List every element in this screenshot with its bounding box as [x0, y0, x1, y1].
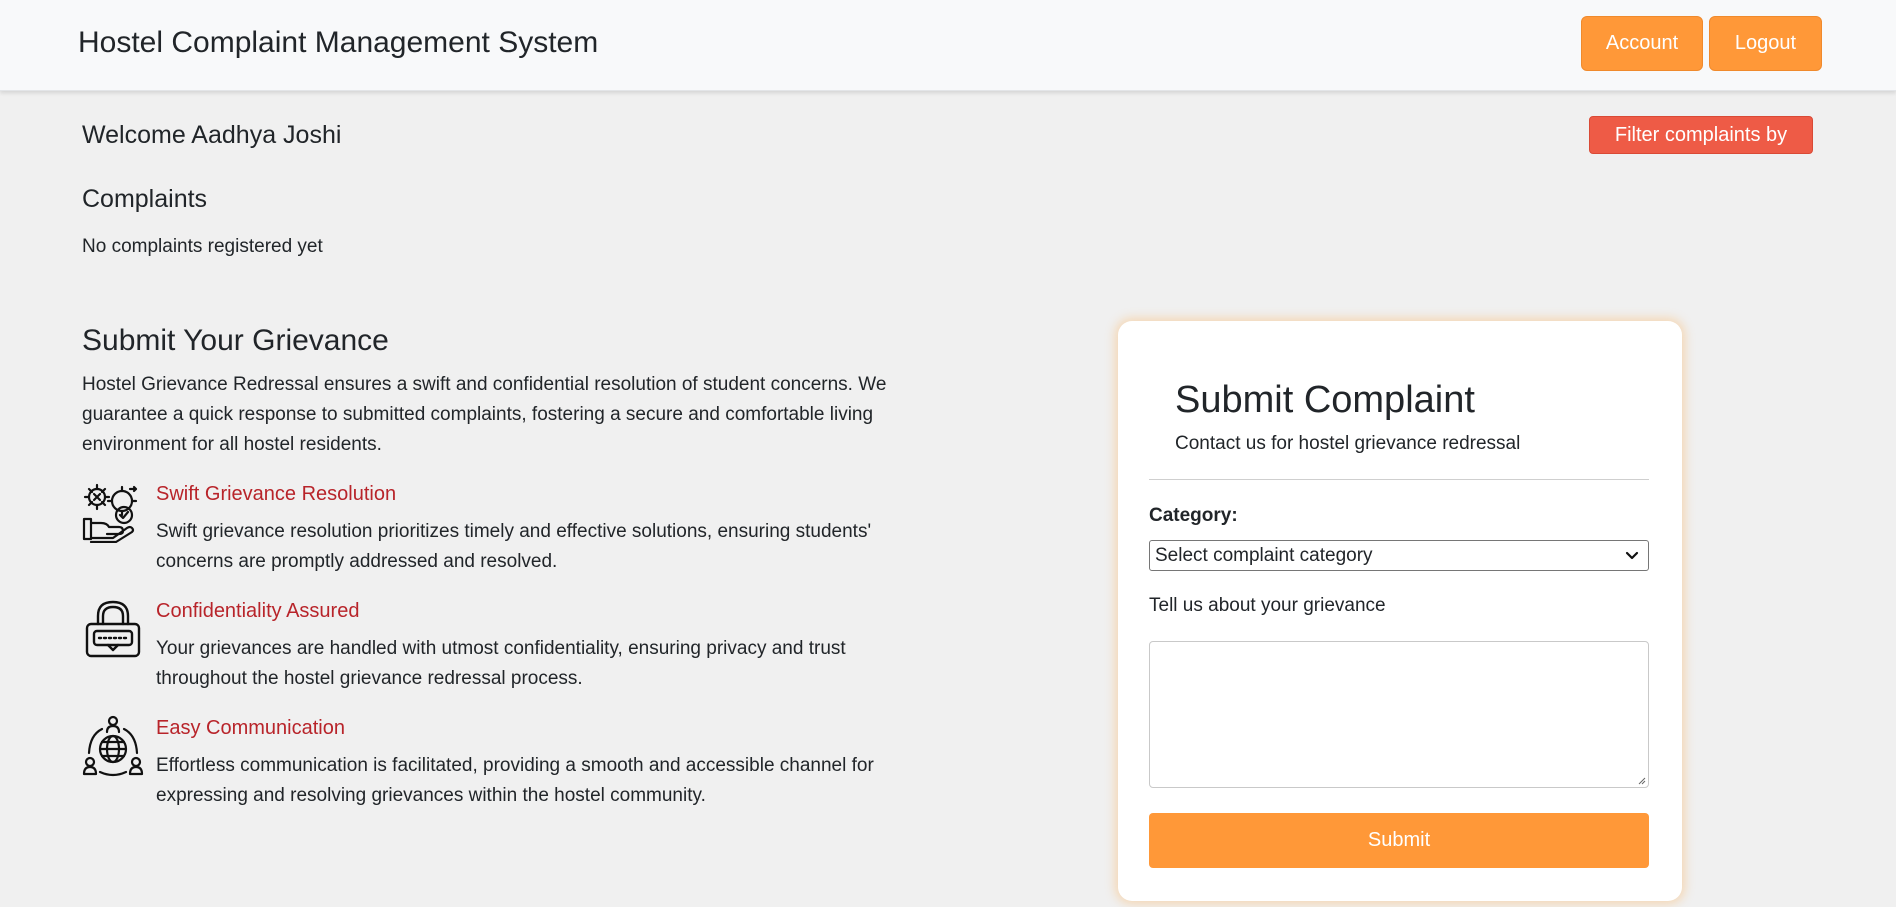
empty-complaints-text: No complaints registered yet — [82, 236, 323, 257]
grievance-description: Hostel Grievance Redressal ensures a swi… — [82, 374, 887, 455]
grievance-textarea-label: Tell us about your grievance — [1149, 595, 1386, 616]
resize-grip-icon[interactable] — [1636, 775, 1646, 785]
complaints-heading: Complaints — [82, 185, 208, 213]
feature-title: Confidentiality Assured — [156, 600, 360, 622]
feature-title: Easy Communication — [156, 717, 345, 739]
logout-button[interactable]: Logout — [1709, 16, 1822, 71]
filter-complaints-button[interactable]: Filter complaints by — [1589, 116, 1813, 154]
grievance-textarea[interactable] — [1149, 641, 1649, 788]
submit-button[interactable]: Submit — [1149, 813, 1649, 868]
category-select[interactable]: Select complaint category — [1149, 540, 1649, 571]
feature-text: Effortless communication is facilitated,… — [156, 755, 874, 806]
welcome-message: Welcome Aadhya Joshi — [82, 121, 342, 149]
app-title: Hostel Complaint Management System — [78, 26, 599, 59]
category-select-value: Select complaint category — [1155, 545, 1373, 566]
navbar: Hostel Complaint Management System Accou… — [0, 0, 1896, 91]
divider — [1149, 479, 1649, 480]
feature-title: Swift Grievance Resolution — [156, 483, 397, 505]
gear-hand-check-icon — [82, 483, 138, 543]
padlock-icon — [85, 600, 141, 658]
feature-text: Your grievances are handled with utmost … — [156, 638, 846, 689]
card-title: Submit Complaint — [1175, 379, 1475, 421]
card-subtitle: Contact us for hostel grievance redressa… — [1175, 433, 1521, 454]
account-button[interactable]: Account — [1581, 16, 1703, 71]
globe-people-icon — [82, 715, 144, 777]
feature-text: Swift grievance resolution prioritizes t… — [156, 521, 872, 572]
submit-complaint-card: Submit Complaint Contact us for hostel g… — [1118, 321, 1682, 901]
chevron-down-icon — [1625, 551, 1639, 560]
grievance-heading: Submit Your Grievance — [82, 324, 389, 357]
category-label: Category: — [1149, 505, 1238, 526]
